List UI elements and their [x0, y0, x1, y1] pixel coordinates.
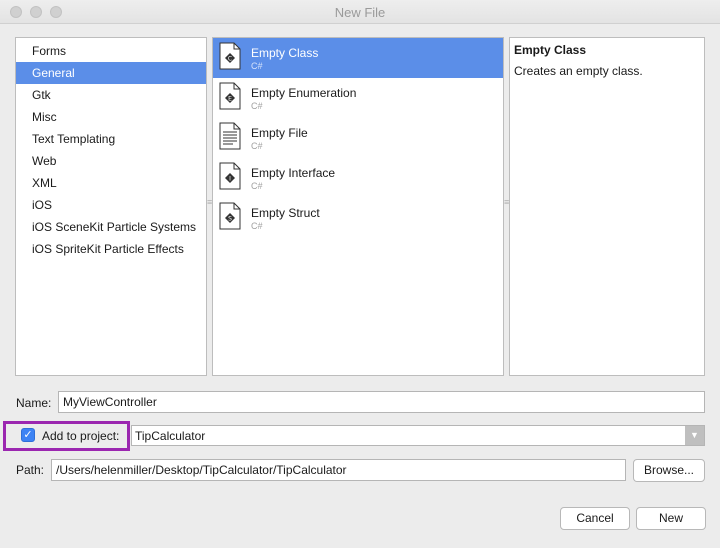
- template-item-empty-class[interactable]: C Empty Class C#: [213, 38, 503, 78]
- template-name: Empty File: [251, 126, 308, 140]
- category-item-gtk[interactable]: Gtk: [16, 84, 206, 106]
- category-item-web[interactable]: Web: [16, 150, 206, 172]
- text-file-icon: [219, 122, 241, 150]
- template-language: C#: [251, 141, 263, 151]
- add-to-project-label: Add to project:: [42, 429, 120, 443]
- svg-text:E: E: [228, 96, 232, 103]
- template-name: Empty Enumeration: [251, 86, 357, 100]
- category-item-xml[interactable]: XML: [16, 172, 206, 194]
- description-title: Empty Class: [514, 43, 587, 57]
- project-select[interactable]: TipCalculator ▼: [131, 425, 705, 446]
- category-item-text-templating[interactable]: Text Templating: [16, 128, 206, 150]
- svg-text:S: S: [228, 216, 232, 223]
- svg-text:I: I: [229, 176, 231, 183]
- path-label: Path:: [16, 463, 45, 477]
- category-list[interactable]: Forms General Gtk Misc Text Templating W…: [15, 37, 207, 376]
- name-label: Name:: [16, 396, 52, 410]
- chevron-down-icon[interactable]: ▼: [685, 426, 704, 445]
- add-to-project-checkbox[interactable]: ✓: [21, 428, 35, 442]
- category-item-forms[interactable]: Forms: [16, 40, 206, 62]
- enum-file-icon: E: [219, 82, 241, 110]
- splitter-handle[interactable]: ≡: [207, 198, 212, 210]
- category-item-ios-spritekit[interactable]: iOS SpriteKit Particle Effects: [16, 238, 206, 260]
- category-item-misc[interactable]: Misc: [16, 106, 206, 128]
- template-language: C#: [251, 101, 263, 111]
- template-language: C#: [251, 181, 263, 191]
- template-item-empty-file[interactable]: Empty File C#: [213, 118, 503, 158]
- template-name: Empty Interface: [251, 166, 336, 180]
- new-button[interactable]: New: [636, 507, 706, 530]
- category-item-ios-scenekit[interactable]: iOS SceneKit Particle Systems: [16, 216, 206, 238]
- cancel-button[interactable]: Cancel: [560, 507, 630, 530]
- description-panel: Empty Class Creates an empty class.: [509, 37, 705, 376]
- browse-button[interactable]: Browse...: [633, 459, 705, 482]
- template-item-empty-struct[interactable]: S Empty Struct C#: [213, 198, 503, 238]
- class-file-icon: C: [219, 42, 241, 70]
- project-select-value: TipCalculator: [135, 429, 206, 443]
- interface-file-icon: I: [219, 162, 241, 190]
- description-text: Creates an empty class.: [514, 64, 643, 78]
- template-language: C#: [251, 61, 263, 71]
- template-name: Empty Struct: [251, 206, 320, 220]
- template-language: C#: [251, 221, 263, 231]
- struct-file-icon: S: [219, 202, 241, 230]
- window-title: New File: [334, 5, 386, 20]
- category-item-general[interactable]: General: [16, 62, 206, 84]
- template-list[interactable]: C Empty Class C# E Empty Enumeration C# …: [212, 37, 504, 376]
- title-bar: New File: [0, 0, 720, 24]
- svg-text:C: C: [228, 56, 232, 63]
- name-input[interactable]: MyViewController: [58, 391, 705, 413]
- splitter-handle[interactable]: ≡: [504, 198, 509, 210]
- template-item-empty-interface[interactable]: I Empty Interface C#: [213, 158, 503, 198]
- path-input[interactable]: /Users/helenmiller/Desktop/TipCalculator…: [51, 459, 626, 481]
- template-item-empty-enumeration[interactable]: E Empty Enumeration C#: [213, 78, 503, 118]
- template-name: Empty Class: [251, 46, 319, 60]
- category-item-ios[interactable]: iOS: [16, 194, 206, 216]
